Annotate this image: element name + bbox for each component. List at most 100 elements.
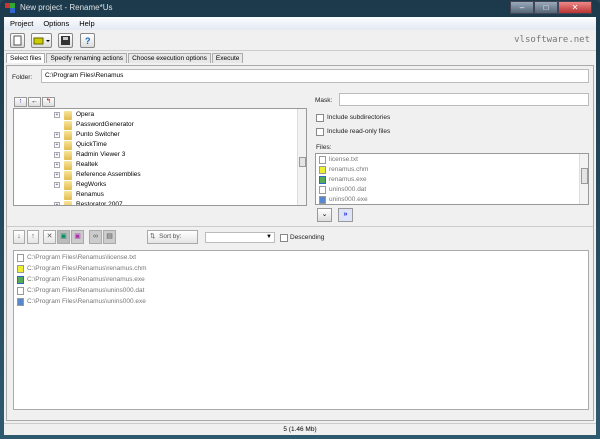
tree-item[interactable]: PasswordGenerator: [54, 120, 306, 130]
file-item[interactable]: renamus.exe: [319, 175, 588, 185]
expand-icon[interactable]: +: [54, 142, 60, 148]
tab-execute[interactable]: Execute: [211, 53, 244, 63]
descending-checkbox[interactable]: [280, 234, 288, 242]
file-item[interactable]: unins000.exe: [319, 195, 588, 204]
folder-label: Folder:: [12, 74, 33, 81]
file-item[interactable]: renamus.chm: [319, 165, 588, 175]
tab-select-files[interactable]: Select files: [6, 53, 46, 63]
tree-item-label: Restorator 2007: [76, 201, 123, 206]
filter-icon: ▣: [74, 233, 81, 240]
folder-icon: [64, 180, 72, 190]
file-icon: [17, 286, 24, 295]
sort-dropdown[interactable]: ▼: [205, 232, 275, 243]
print-button[interactable]: ▤: [103, 230, 116, 244]
new-file-icon: [13, 35, 22, 46]
close-button[interactable]: ✕: [558, 1, 592, 14]
tree-item[interactable]: + Radmin Viewer 3: [54, 150, 306, 160]
tree-item[interactable]: + Opera: [54, 110, 306, 120]
selected-files-list[interactable]: C:\Program Files\Renamus\license.txt C:\P…: [13, 250, 589, 410]
add-all-button[interactable]: »: [338, 208, 353, 222]
minimize-button[interactable]: –: [510, 1, 534, 14]
file-icon: [17, 264, 24, 273]
help-button[interactable]: ?: [80, 33, 95, 48]
selected-file-row[interactable]: C:\Program Files\Renamus\license.txt: [17, 252, 588, 263]
move-up-button[interactable]: ↑: [27, 230, 39, 244]
folder-icon: [64, 110, 72, 120]
include-subdirectories-checkbox[interactable]: [316, 114, 324, 122]
menu-bar: Project Options Help: [4, 17, 596, 30]
selected-file-row[interactable]: C:\Program Files\Renamus\renamus.exe: [17, 274, 588, 285]
expand-icon[interactable]: +: [54, 112, 60, 118]
file-name: renamus.chm: [329, 166, 369, 173]
selected-file-row[interactable]: C:\Program Files\Renamus\renamus.chm: [17, 263, 588, 274]
binoculars-icon: ∞: [93, 233, 98, 240]
tree-back-button[interactable]: ←: [28, 97, 41, 107]
remove-button[interactable]: ✕: [43, 230, 56, 244]
tree-scrollbar[interactable]: [297, 109, 306, 205]
file-icon: [319, 156, 326, 164]
folder-icon: [64, 190, 72, 200]
open-project-button[interactable]: [31, 33, 52, 48]
status-bar: 5 (1.46 Mb): [4, 423, 596, 435]
include-readonly-checkbox[interactable]: [316, 128, 324, 136]
file-icon: [319, 196, 326, 204]
mask-input[interactable]: [339, 93, 589, 106]
save-icon: [61, 36, 70, 45]
maximize-button[interactable]: □: [534, 1, 558, 14]
expand-icon[interactable]: +: [54, 172, 60, 178]
mask-label: Mask:: [315, 97, 333, 104]
files-list[interactable]: license.txt renamus.chm renamus.exe unins00…: [315, 153, 589, 205]
tree-item-label: Renamus: [76, 191, 104, 198]
brand-label: vlsoftware.net: [514, 35, 590, 45]
tree-item[interactable]: + Restorator 2007: [54, 200, 306, 206]
sort-button[interactable]: ⇅ Sort by:: [147, 230, 198, 244]
tree-up-button[interactable]: ↑: [14, 97, 27, 107]
expand-icon[interactable]: +: [54, 182, 60, 188]
menu-help[interactable]: Help: [79, 17, 94, 30]
file-icon: [319, 176, 326, 184]
expand-icon[interactable]: +: [54, 202, 60, 205]
new-project-button[interactable]: [10, 33, 25, 48]
menu-project[interactable]: Project: [10, 17, 33, 30]
printer-icon: ▤: [106, 233, 113, 240]
file-item[interactable]: license.txt: [319, 155, 588, 165]
add-selected-button[interactable]: ⌄: [317, 208, 332, 222]
menu-options[interactable]: Options: [43, 17, 69, 30]
window-title: New project - Rename*Us: [20, 3, 113, 12]
tree-item[interactable]: Renamus: [54, 190, 306, 200]
expand-icon[interactable]: +: [54, 152, 60, 158]
tree-return-button[interactable]: ↰: [42, 97, 55, 107]
splitter[interactable]: [7, 226, 593, 227]
save-project-button[interactable]: [58, 33, 73, 48]
include-readonly-label: Include read-only files: [327, 128, 391, 135]
tree-item[interactable]: + RegWorks: [54, 180, 306, 190]
selected-file-row[interactable]: C:\Program Files\Renamus\unins000.dat: [17, 285, 588, 296]
files-scrollbar[interactable]: [579, 154, 588, 204]
selected-file-row[interactable]: C:\Program Files\Renamus\unins000.exe: [17, 296, 588, 307]
find-button[interactable]: ∞: [89, 230, 102, 244]
file-icon: [17, 275, 24, 284]
return-arrow-icon: ↰: [45, 98, 52, 105]
expand-icon[interactable]: +: [54, 162, 60, 168]
folder-tree[interactable]: + Opera PasswordGenerator + Punto Switcher + Q…: [13, 108, 307, 206]
clear-list-icon: ▣: [60, 233, 67, 240]
file-item[interactable]: unins000.dat: [319, 185, 588, 195]
tab-renaming-actions[interactable]: Specify renaming actions: [46, 53, 128, 63]
file-name: unins000.dat: [329, 186, 367, 193]
move-down-button[interactable]: ↓: [13, 230, 25, 244]
remove-all-button[interactable]: ▣: [57, 230, 70, 244]
tree-item[interactable]: + Realtek: [54, 160, 306, 170]
tree-item[interactable]: + Punto Switcher: [54, 130, 306, 140]
down-arrow-icon: ↓: [17, 233, 21, 240]
delete-x-icon: ✕: [46, 233, 53, 240]
main-toolbar: ? vlsoftware.net: [4, 31, 596, 51]
tab-execution-options[interactable]: Choose execution options: [128, 53, 211, 63]
file-icon: [319, 166, 326, 174]
file-icon: [319, 186, 326, 194]
filter-button[interactable]: ▣: [71, 230, 84, 244]
tree-item[interactable]: + QuickTime: [54, 140, 306, 150]
folder-input[interactable]: C:\Program Files\Renamus: [41, 69, 589, 83]
tree-item-label: Reference Assemblies: [76, 171, 141, 178]
tree-item[interactable]: + Reference Assemblies: [54, 170, 306, 180]
expand-icon[interactable]: +: [54, 132, 60, 138]
